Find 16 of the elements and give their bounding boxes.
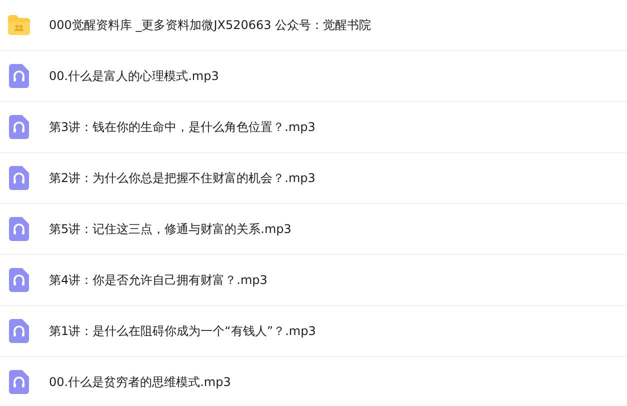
- file-name[interactable]: 第5讲：记住这三点，修通与财富的关系.mp3: [49, 220, 292, 238]
- file-name[interactable]: 第4讲：你是否允许自己拥有财富？.mp3: [49, 272, 268, 288]
- audio-file-icon: [9, 115, 29, 139]
- file-name[interactable]: 第2讲：为什么你总是把握不住财富的机会？.mp3: [49, 170, 316, 186]
- audio-file-icon: [9, 370, 29, 394]
- file-name[interactable]: 第3讲：钱在你的生命中，是什么角色位置？.mp3: [49, 118, 316, 136]
- folder-icon: [7, 14, 31, 36]
- folder-name[interactable]: 000觉醒资料库 _更多资料加微JX520663 公众号：觉醒书院: [49, 16, 372, 34]
- file-name[interactable]: 00.什么是贫穷者的思维模式.mp3: [49, 374, 231, 390]
- file-name[interactable]: 第1讲：是什么在阻碍你成为一个“有钱人”？.mp3: [49, 322, 316, 340]
- audio-file-icon: [9, 319, 29, 343]
- audio-file-icon: [9, 268, 29, 292]
- audio-file-icon: [9, 217, 29, 241]
- file-name[interactable]: 00.什么是富人的心理模式.mp3: [49, 68, 219, 84]
- audio-file-icon: [9, 166, 29, 190]
- audio-file-icon: [9, 64, 29, 88]
